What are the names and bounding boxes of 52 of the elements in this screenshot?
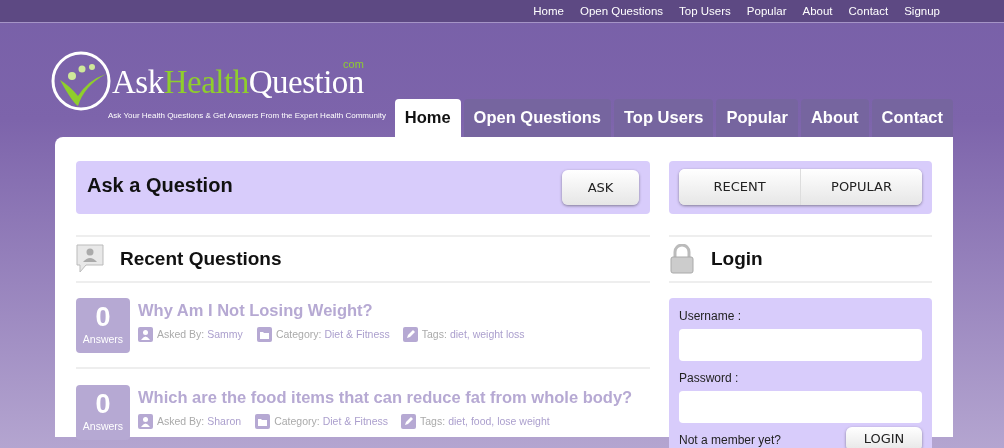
nav-link[interactable]: Popular bbox=[746, 0, 787, 22]
section-heading: Recent Questions bbox=[120, 246, 282, 271]
logo-icon bbox=[50, 50, 112, 112]
user-icon bbox=[138, 327, 153, 343]
meta-label: Tags: bbox=[420, 413, 446, 429]
answer-label: Answers bbox=[81, 332, 125, 347]
field-label: Password : bbox=[679, 370, 740, 387]
answer-count: 0 bbox=[94, 301, 112, 332]
meta-link[interactable]: Sharon bbox=[207, 413, 242, 430]
user-comment-icon bbox=[76, 244, 104, 274]
padlock-icon bbox=[669, 244, 695, 274]
folder-icon bbox=[256, 327, 272, 343]
username-field[interactable] bbox=[679, 329, 922, 361]
nav-link[interactable]: Home bbox=[533, 0, 564, 22]
user-icon bbox=[138, 414, 153, 430]
nav-tab[interactable]: Contact bbox=[871, 99, 953, 137]
pencil-icon bbox=[402, 327, 418, 343]
sort-button[interactable]: POPULAR bbox=[800, 169, 922, 205]
nav-tab[interactable]: Home bbox=[394, 99, 461, 137]
meta-label: Category: bbox=[275, 326, 322, 342]
section-heading: Login bbox=[711, 246, 763, 271]
nav-link[interactable]: Signup bbox=[904, 0, 940, 22]
nav-tab[interactable]: Top Users bbox=[614, 99, 714, 137]
meta-label: Asked By: bbox=[157, 326, 205, 342]
panel-title: Ask a Question bbox=[87, 173, 233, 198]
meta-link[interactable]: diet, food, lose weight bbox=[448, 413, 550, 430]
nav-link[interactable]: Open Questions bbox=[579, 0, 664, 22]
folder-icon bbox=[255, 414, 271, 430]
nav-tab[interactable]: Open Questions bbox=[463, 99, 611, 137]
sort-button[interactable]: RECENT bbox=[679, 169, 800, 205]
member-text: Not a member yet? bbox=[679, 432, 782, 448]
logo-suffix: com bbox=[343, 59, 364, 70]
nav-link[interactable]: Contact bbox=[848, 0, 889, 22]
field-label: Username : bbox=[679, 308, 743, 325]
meta-link[interactable]: diet, weight loss bbox=[449, 326, 525, 343]
meta-label: Category: bbox=[274, 413, 320, 429]
nav-tab[interactable]: About bbox=[800, 99, 869, 137]
meta-link[interactable]: Diet & Fitness bbox=[324, 326, 390, 343]
meta-label: Asked By: bbox=[157, 413, 205, 429]
meta-label: Tags: bbox=[421, 326, 447, 342]
meta-link[interactable]: Diet & Fitness bbox=[322, 413, 389, 430]
password-field[interactable] bbox=[679, 391, 922, 423]
nav-tab[interactable]: Popular bbox=[716, 99, 798, 137]
tagline: Ask Your Health Questions & Get Answers From the Expert Health Community bbox=[108, 110, 386, 122]
login-button[interactable]: LOGIN bbox=[846, 427, 922, 448]
nav-link[interactable]: Top Users bbox=[679, 0, 731, 22]
ask-button[interactable]: ASK bbox=[562, 170, 639, 205]
answer-label: Answers bbox=[81, 419, 125, 434]
nav-link[interactable]: About bbox=[802, 0, 833, 22]
meta-link[interactable]: Sammy bbox=[207, 326, 243, 343]
answer-count: 0 bbox=[94, 388, 112, 419]
pencil-icon bbox=[401, 414, 417, 430]
